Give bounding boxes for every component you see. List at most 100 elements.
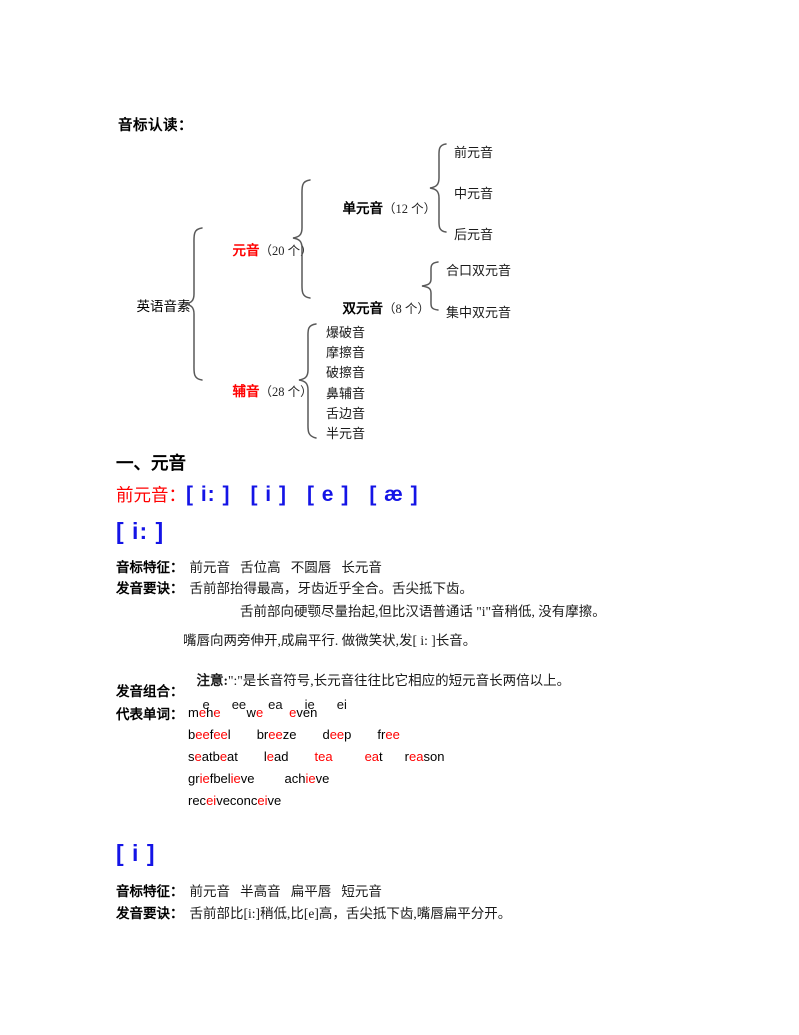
example-word: me bbox=[188, 705, 206, 720]
phoneme-i-long-tip-extra-1: 舌前部向硬颚尽量抬起,但比汉语普通话 "i"音稍低, 没有摩擦。 bbox=[240, 604, 606, 619]
word-suffix: ven bbox=[296, 705, 318, 720]
tip-value: 舌前部比[i:]稍低,比[e]高，舌尖抵下齿,嘴唇扁平分开。 bbox=[189, 906, 512, 921]
example-word: deep bbox=[322, 727, 351, 742]
front-vowel-symbol-i-long: [ i: ] bbox=[186, 483, 231, 506]
tree-node-monophthong: 单元音（12 个） bbox=[320, 182, 437, 232]
document-page: 音标认读： 英语音素 元音（20 个） 单元音（12 个） 前元音 中元音 后元… bbox=[0, 0, 799, 1035]
word-row: griefbelieve achieve bbox=[188, 771, 355, 786]
word-highlight: ee bbox=[329, 727, 345, 742]
example-word: seat bbox=[188, 749, 213, 764]
word-suffix: ad bbox=[274, 749, 289, 764]
tree-leaf-centering-diphthong: 集中双元音 bbox=[446, 305, 512, 320]
word-highlight: e bbox=[255, 705, 264, 720]
word-row: seatbeat lead tea eat reason bbox=[188, 749, 466, 764]
example-word: free bbox=[377, 727, 399, 742]
word-suffix: l bbox=[227, 727, 231, 742]
front-vowel-symbol-e: [ e ] bbox=[306, 483, 350, 506]
feature-value: 前元音 舌位高 不圆唇 长元音 bbox=[189, 560, 382, 575]
brace-diphthong bbox=[420, 260, 440, 312]
word-highlight: tea bbox=[314, 749, 333, 764]
example-word: feel bbox=[210, 727, 231, 742]
word-prefix: bel bbox=[213, 771, 231, 786]
tree-node-monophthong-label: 单元音 bbox=[342, 201, 384, 216]
brace-consonant bbox=[296, 322, 318, 440]
example-word: receive bbox=[188, 793, 230, 808]
section-heading-vowel: 一、元音 bbox=[116, 453, 186, 473]
phoneme-i-short-tip-row: 发音要诀： 舌前部比[i:]稍低,比[e]高，舌尖抵下齿,嘴唇扁平分开。 bbox=[116, 902, 511, 922]
feature-value: 前元音 半高音 扁平唇 短元音 bbox=[189, 884, 382, 899]
word-highlight: ie bbox=[305, 771, 316, 786]
tree-node-diphthong-label: 双元音 bbox=[342, 301, 384, 316]
tree-node-vowel-label: 元音 bbox=[232, 243, 260, 258]
word-suffix: son bbox=[423, 749, 445, 764]
front-vowel-symbol-ae: [ æ ] bbox=[369, 483, 419, 506]
example-word: tea bbox=[314, 749, 332, 764]
tree-leaf-front-vowel: 前元音 bbox=[454, 145, 494, 160]
word-row: mehe we even bbox=[188, 705, 347, 720]
word-suffix: ve bbox=[315, 771, 330, 786]
front-vowel-row: 前元音： [ i: ] [ i ] [ e ] [ æ ] bbox=[116, 482, 439, 507]
tree-leaf-back-vowel: 后元音 bbox=[454, 227, 494, 242]
tree-leaf-central-vowel: 中元音 bbox=[454, 186, 494, 201]
phoneme-i-long-words-row: 代表单词： bbox=[116, 703, 184, 723]
word-prefix: w bbox=[246, 705, 256, 720]
feature-key: 音标特征： bbox=[116, 884, 184, 899]
example-word: grief bbox=[188, 771, 213, 786]
phoneme-i-short-feature-row: 音标特征： 前元音 半高音 扁平唇 短元音 bbox=[116, 880, 382, 900]
example-word: beat bbox=[213, 749, 238, 764]
tip-key: 发音要诀： bbox=[116, 906, 184, 921]
example-word: reason bbox=[405, 749, 445, 764]
tree-leaf-semivowel: 半元音 bbox=[326, 426, 366, 441]
tree-leaf-affricate: 破擦音 bbox=[326, 365, 366, 380]
word-highlight: e bbox=[266, 749, 275, 764]
tree-leaf-plosive: 爆破音 bbox=[326, 325, 366, 340]
word-highlight: ei bbox=[206, 793, 217, 808]
tree-node-consonant-label: 辅音 bbox=[232, 384, 260, 399]
words-key: 代表单词： bbox=[116, 707, 184, 722]
example-word: eat bbox=[365, 749, 383, 764]
word-prefix: conc bbox=[229, 793, 258, 808]
phoneme-heading-i-long: [ i: ] bbox=[116, 518, 165, 544]
example-word: he bbox=[206, 705, 220, 720]
word-highlight: ei bbox=[257, 793, 268, 808]
brace-monophthong bbox=[428, 142, 448, 234]
word-prefix: ach bbox=[284, 771, 306, 786]
word-row: beefeel breeze deep free bbox=[188, 727, 426, 742]
example-word: achieve bbox=[285, 771, 330, 786]
word-suffix: ve bbox=[240, 771, 255, 786]
example-word: lead bbox=[264, 749, 289, 764]
tip-value: 舌前部抬得最高，牙齿近乎全合。舌尖抵下齿。 bbox=[189, 581, 474, 596]
tree-leaf-fricative: 摩擦音 bbox=[326, 345, 366, 360]
example-word: breeze bbox=[257, 727, 297, 742]
word-highlight: ee bbox=[195, 727, 210, 742]
phoneme-tree-diagram: 英语音素 元音（20 个） 单元音（12 个） 前元音 中元音 后元音 双元音（… bbox=[110, 130, 670, 450]
tree-leaf-closing-diphthong: 合口双元音 bbox=[446, 263, 512, 278]
word-prefix: d bbox=[322, 727, 330, 742]
word-suffix: t bbox=[379, 749, 383, 764]
phoneme-i-long-tip-row: 发音要诀： 舌前部抬得最高，牙齿近乎全合。舌尖抵下齿。 bbox=[116, 577, 473, 597]
example-word: bee bbox=[188, 727, 210, 742]
example-word: even bbox=[289, 705, 317, 720]
word-prefix: br bbox=[256, 727, 269, 742]
brace-root bbox=[182, 226, 204, 382]
tree-leaf-lateral: 舌边音 bbox=[326, 406, 366, 421]
word-row: receiveconceive bbox=[188, 793, 313, 808]
tree-node-root: 英语音素 bbox=[114, 280, 191, 330]
tree-leaf-nasal: 鼻辅音 bbox=[326, 386, 366, 401]
word-suffix: at bbox=[227, 749, 238, 764]
word-highlight: ee bbox=[385, 727, 400, 742]
phoneme-i-long-combo-row: 发音组合： bbox=[116, 680, 184, 700]
example-word: believe bbox=[213, 771, 254, 786]
word-suffix: ve bbox=[216, 793, 230, 808]
word-highlight: ie bbox=[230, 771, 241, 786]
word-highlight: ee bbox=[213, 727, 228, 742]
word-prefix: rec bbox=[188, 793, 207, 808]
phoneme-heading-i-short: [ i ] bbox=[116, 840, 156, 866]
word-highlight: ea bbox=[364, 749, 380, 764]
word-prefix: b bbox=[212, 749, 220, 764]
front-vowel-symbol-i-short: [ i ] bbox=[250, 483, 287, 506]
word-highlight: ie bbox=[199, 771, 210, 786]
word-suffix: ze bbox=[282, 727, 297, 742]
phoneme-i-long-feature-row: 音标特征： 前元音 舌位高 不圆唇 长元音 bbox=[116, 556, 382, 576]
word-highlight: ee bbox=[268, 727, 283, 742]
